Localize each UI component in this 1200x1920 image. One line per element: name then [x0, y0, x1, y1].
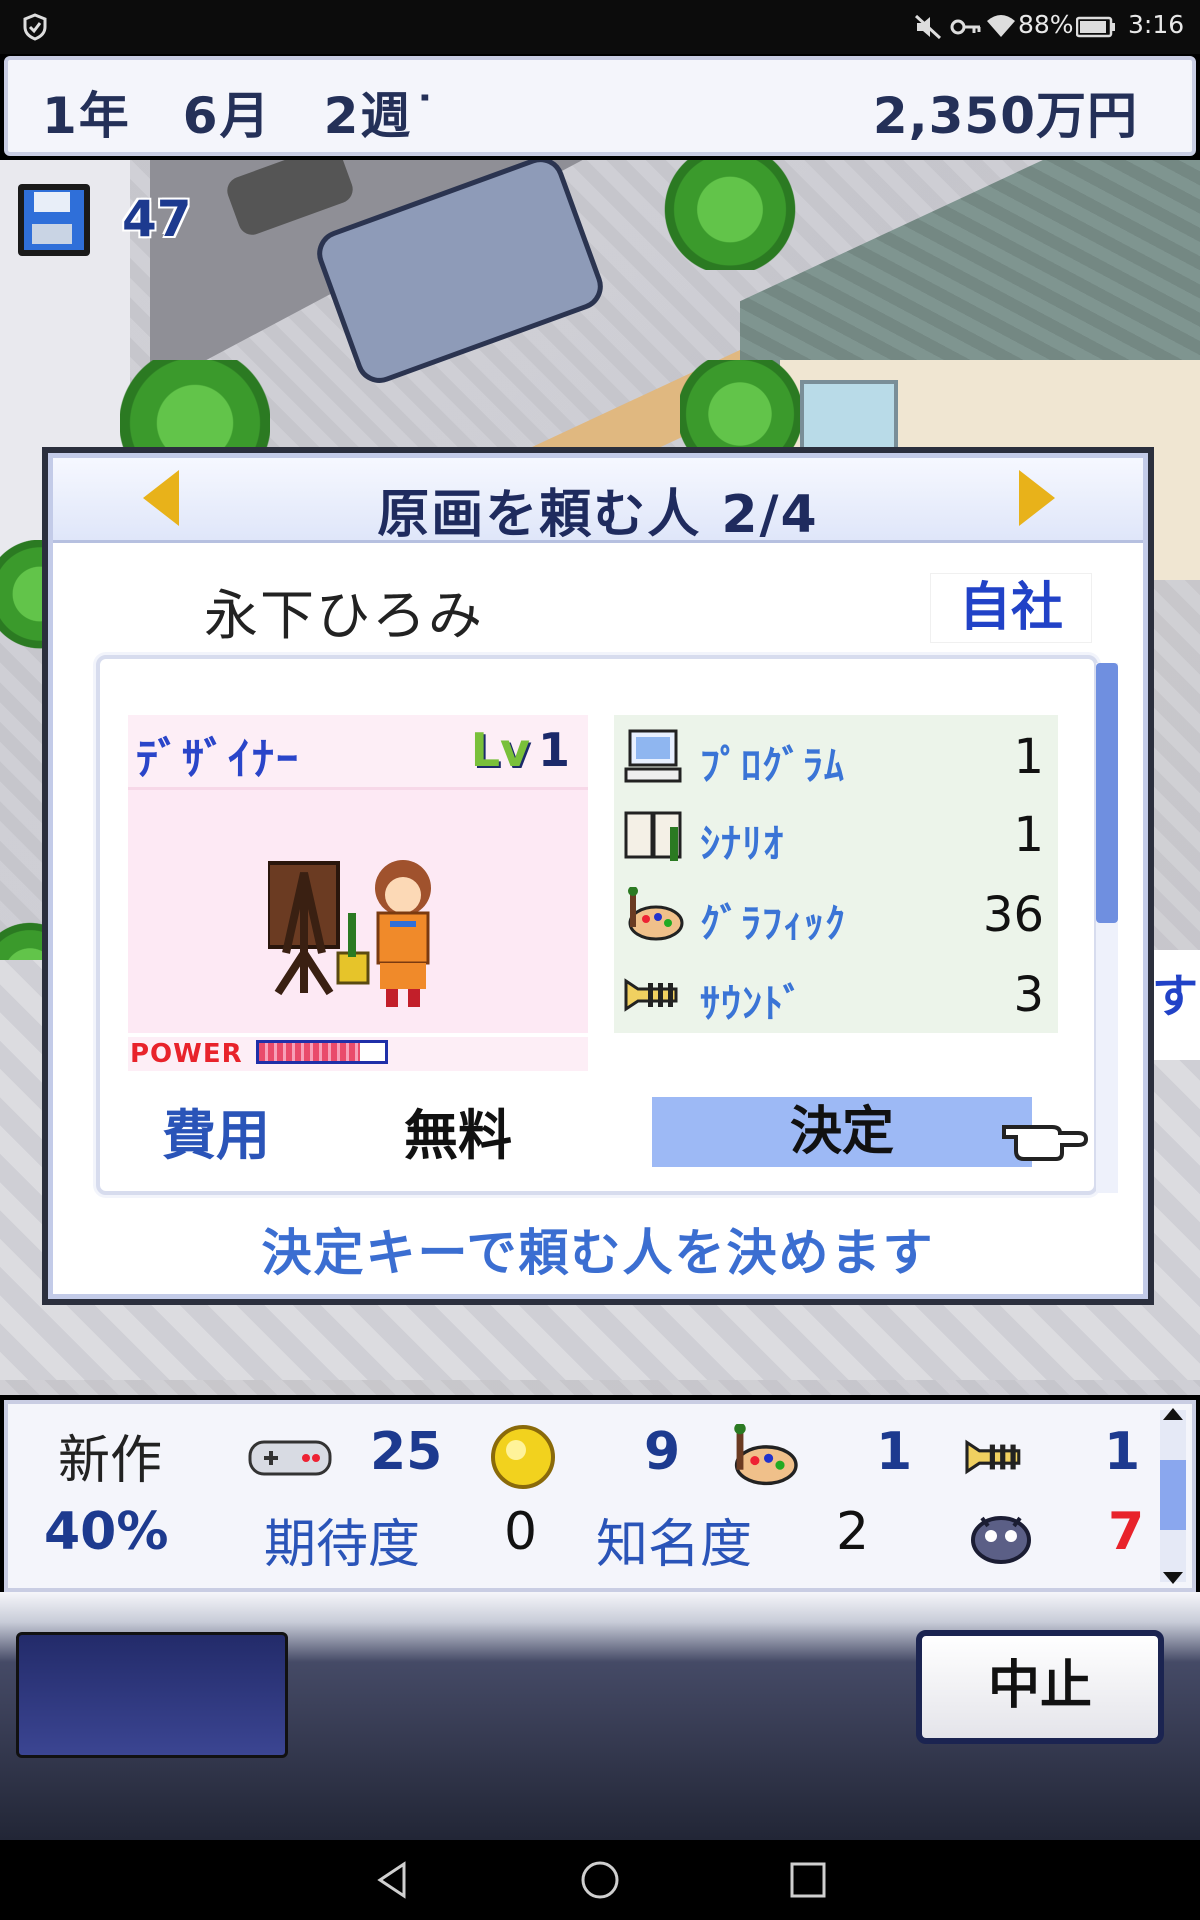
job-title: ﾃﾞｻﾞｲﾅｰ — [136, 734, 300, 785]
palette-icon — [734, 1424, 798, 1486]
staff-select-dialog: 原画を頼む人 2/4 永下ひろみ 自社 ﾃﾞｻﾞｲﾅｰ Lv 1 POWER ﾌ… — [42, 447, 1154, 1305]
cost-value: 無料 — [404, 1104, 512, 1167]
key-icon — [950, 19, 981, 35]
trumpet-icon — [965, 1439, 1021, 1475]
stat-row-program: ﾌﾟﾛｸﾞﾗﾑ 1 — [614, 717, 1058, 795]
affiliation-badge: 自社 — [930, 573, 1092, 643]
dialog-header: 原画を頼む人 2/4 — [53, 458, 1143, 545]
hint-text: 決定キーで頼む人を決めます — [261, 1224, 935, 1282]
trumpet-icon — [624, 978, 678, 1012]
level-badge: Lv 1 — [471, 723, 570, 777]
development-progress: 40% — [44, 1502, 169, 1562]
save-count: 47 — [122, 190, 192, 248]
next-arrow-icon[interactable] — [1019, 470, 1055, 526]
cancel-button[interactable]: 中止 — [916, 1630, 1164, 1744]
home-icon[interactable] — [578, 1858, 622, 1902]
save-floppy-icon[interactable] — [18, 184, 90, 256]
pointing-hand-icon — [1002, 1125, 1088, 1161]
computer-icon — [624, 729, 682, 783]
palette-icon — [628, 887, 684, 941]
designer-sprite-icon — [268, 860, 431, 1007]
stat-row-sound: ｻｳﾝﾄﾞ 3 — [614, 955, 1058, 1033]
stat-label: ｻｳﾝﾄﾞ — [700, 981, 804, 1027]
fame-label: 知名度 — [596, 1515, 753, 1575]
menu-slot[interactable] — [16, 1632, 288, 1758]
stat-value: 1 — [1013, 807, 1044, 863]
info-scrollbar-thumb[interactable] — [1160, 1460, 1186, 1530]
expectation-value: 0 — [504, 1502, 538, 1562]
stat-row-scenario: ｼﾅﾘｵ 1 — [614, 795, 1058, 873]
shield-icon — [23, 13, 47, 41]
tree — [660, 160, 800, 270]
level-number: 1 — [537, 723, 570, 777]
power-bar-fill — [259, 1043, 360, 1061]
stat-value: 3 — [1013, 967, 1044, 1023]
card-scrollbar[interactable] — [1096, 663, 1118, 1193]
new-title-label: 新作 — [58, 1431, 163, 1491]
stat-label: ｼﾅﾘｵ — [700, 821, 784, 867]
staff-portrait-panel: ﾃﾞｻﾞｲﾅｰ Lv 1 — [128, 715, 588, 1033]
bug-count: 7 — [1108, 1502, 1145, 1562]
mute-icon — [914, 14, 942, 40]
back-icon[interactable] — [370, 1858, 414, 1902]
dialog-title: 原画を頼む人 2/4 — [377, 485, 819, 545]
stat-label: ﾌﾟﾛｸﾞﾗﾑ — [700, 743, 845, 789]
side-note-text: す — [1152, 969, 1198, 1023]
confirm-button[interactable]: 決定 — [652, 1097, 1032, 1167]
game-date: 1年 6月 2週˙ — [42, 87, 440, 145]
coin-icon — [491, 1425, 555, 1489]
stat-row-graphic: ｸﾞﾗﾌｨｯｸ 36 — [614, 875, 1058, 953]
book-icon — [624, 811, 682, 861]
power-label: POWER — [130, 1039, 243, 1069]
power-bar — [256, 1040, 388, 1064]
battery-icon — [1076, 16, 1115, 38]
staff-name: 永下ひろみ — [204, 584, 484, 647]
fun-value: 25 — [370, 1422, 443, 1482]
stat-value: 1 — [1013, 729, 1044, 785]
project-status-bar: 新作 40% 25 9 1 1 期待度 0 知名度 2 7 — [4, 1400, 1196, 1592]
status-bar: 88% 3:16 — [0, 0, 1200, 54]
bottom-menu: 中止 — [0, 1592, 1200, 1840]
header-bar: 1年 6月 2週˙ 2,350万円 — [4, 56, 1196, 156]
scroll-up-icon[interactable] — [1163, 1408, 1183, 1420]
power-row: POWER — [128, 1037, 588, 1071]
scrollbar-thumb[interactable] — [1096, 663, 1118, 923]
navigation-bar — [0, 1840, 1200, 1920]
scroll-down-icon[interactable] — [1163, 1572, 1183, 1584]
recents-icon[interactable] — [786, 1858, 830, 1902]
stat-label: ｸﾞﾗﾌｨｯｸ — [700, 901, 846, 947]
wifi-icon — [987, 15, 1015, 37]
creativity-value: 9 — [644, 1422, 681, 1482]
sound-value: 1 — [1104, 1422, 1141, 1482]
bug-icon — [971, 1516, 1031, 1564]
stat-value: 36 — [982, 887, 1044, 943]
expectation-label: 期待度 — [264, 1515, 421, 1575]
fame-value: 2 — [836, 1502, 870, 1562]
controller-icon — [248, 1440, 332, 1476]
clock: 3:16 — [1128, 10, 1185, 39]
graphics-value: 1 — [876, 1422, 913, 1482]
level-prefix: Lv — [470, 723, 530, 777]
skill-stats-panel: ﾌﾟﾛｸﾞﾗﾑ 1 ｼﾅﾘｵ 1 ｸﾞﾗﾌｨｯｸ 36 ｻｳﾝﾄﾞ 3 — [614, 715, 1058, 1033]
battery-percent: 88% — [1018, 10, 1074, 39]
money-balance: 2,350万円 — [872, 87, 1138, 145]
cost-label: 費用 — [162, 1104, 270, 1167]
info-scrollbar[interactable] — [1160, 1408, 1186, 1584]
